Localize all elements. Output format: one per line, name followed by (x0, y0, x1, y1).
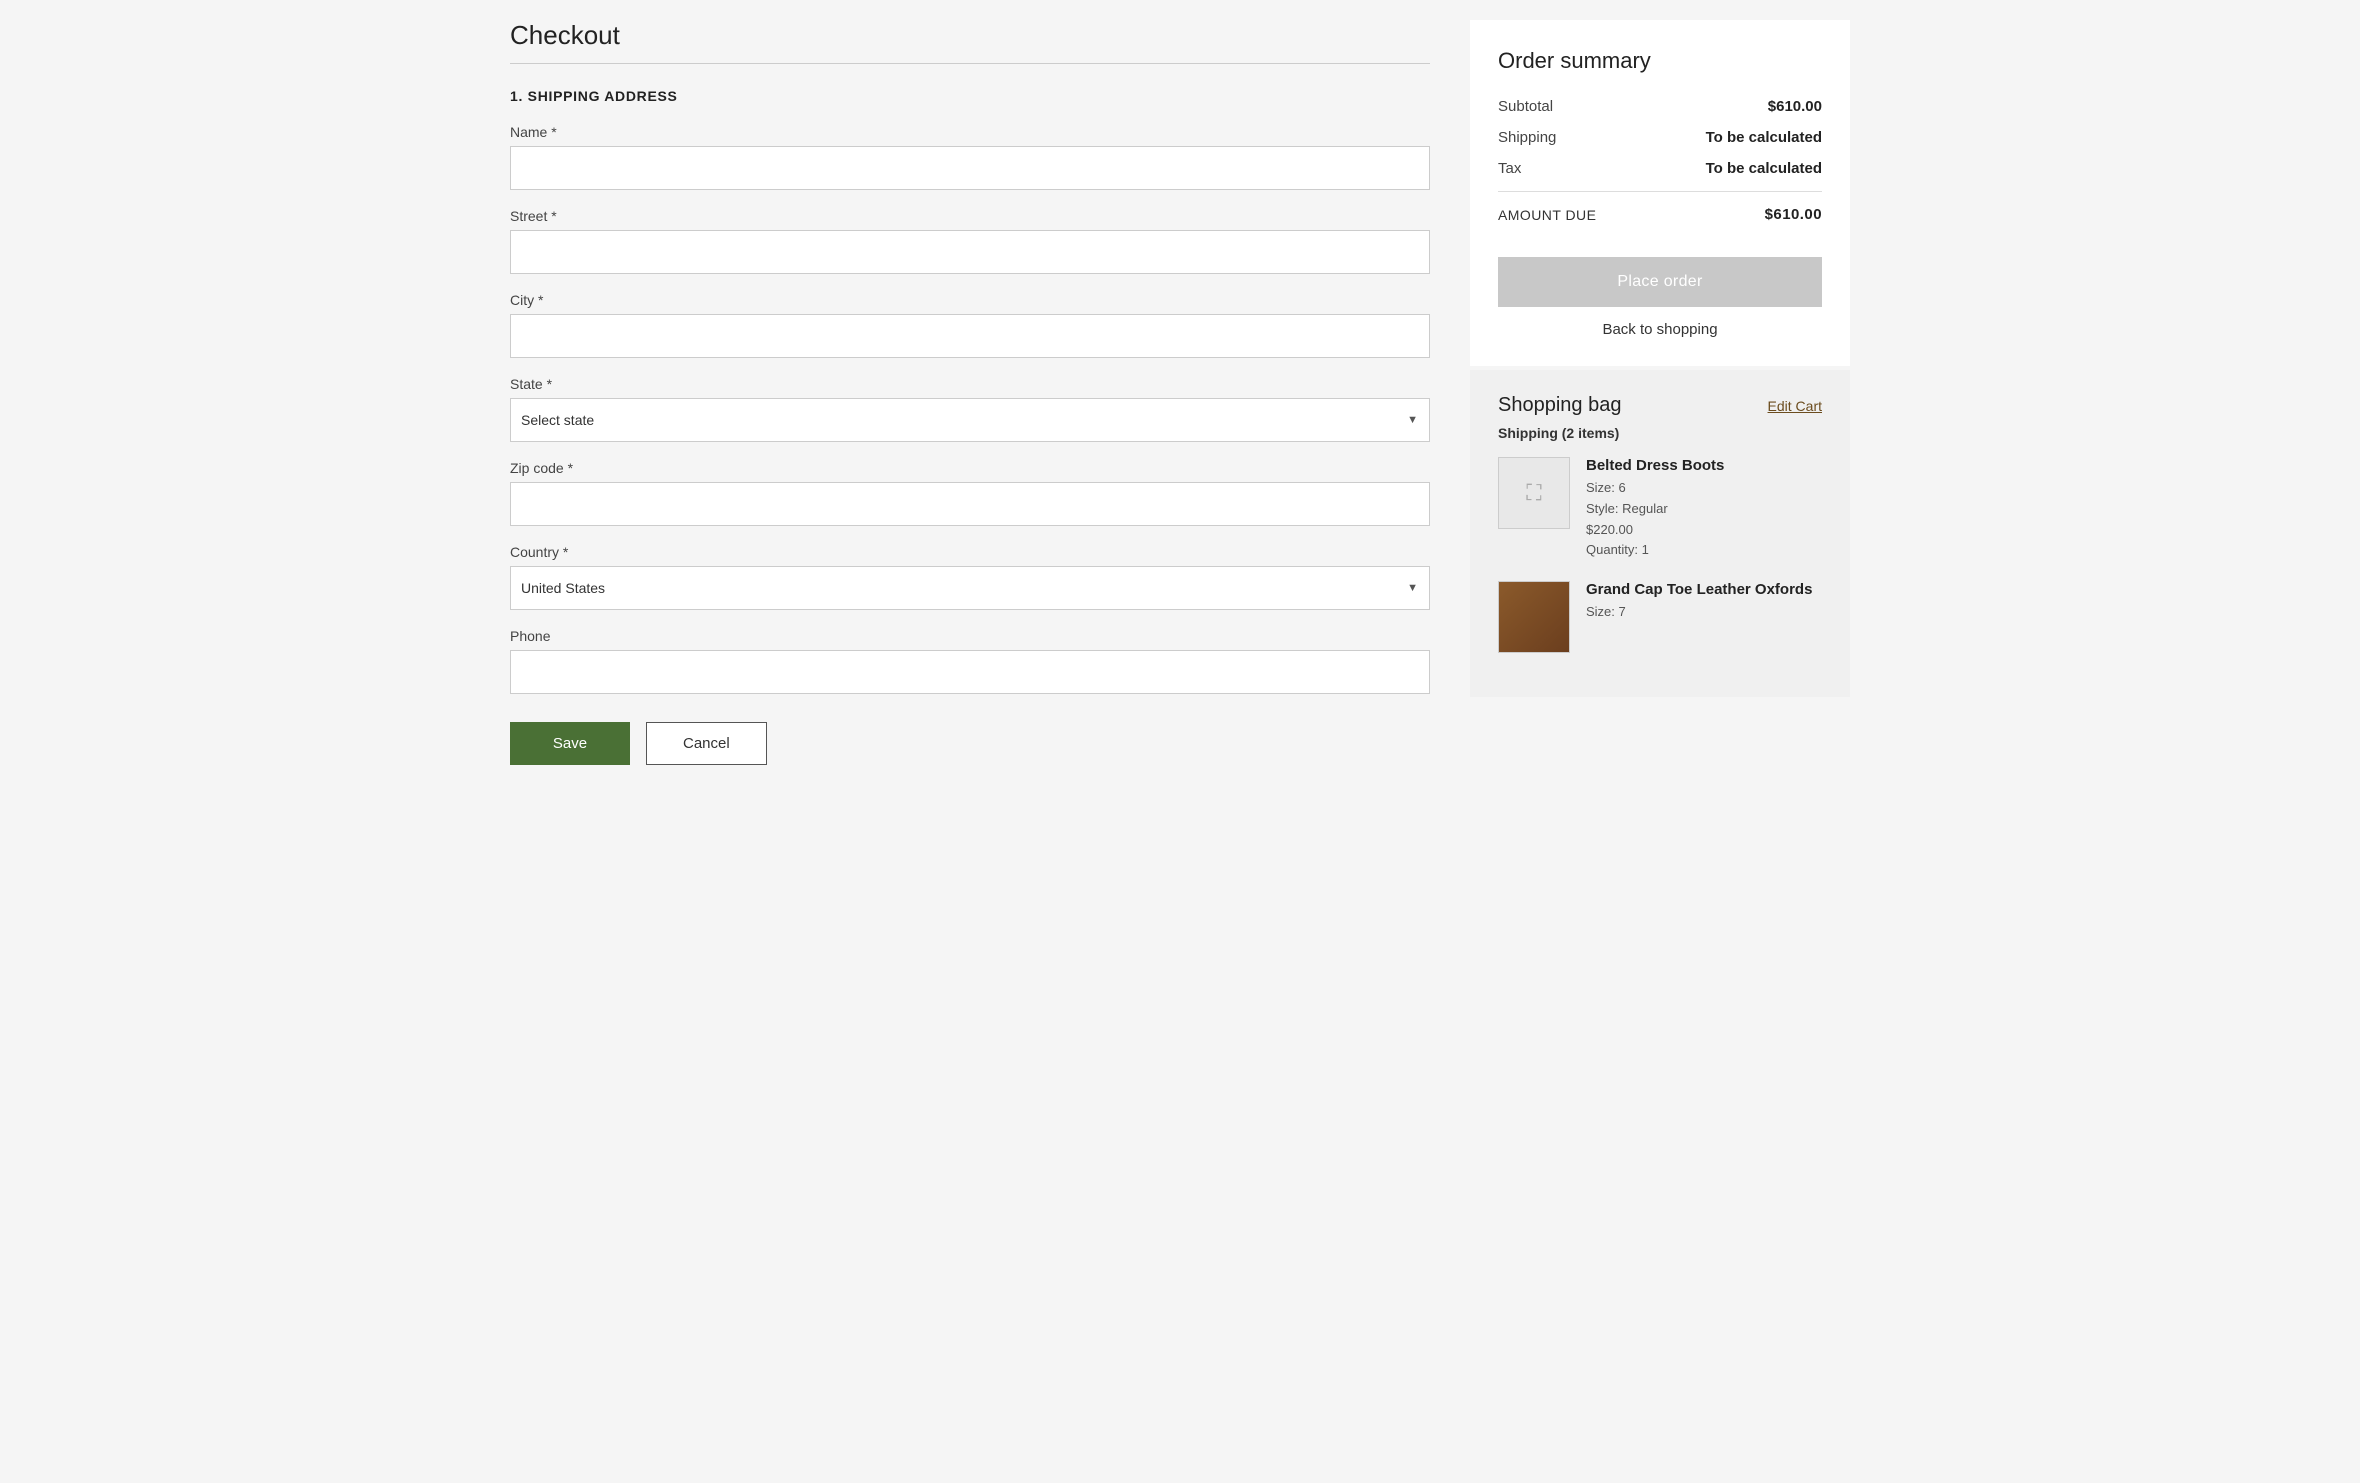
form-actions: Save Cancel (510, 722, 1430, 765)
city-label: City * (510, 292, 1430, 308)
subtotal-value: $610.00 (1768, 98, 1822, 115)
amount-due-label: AMOUNT DUE (1498, 207, 1596, 223)
cart-item-details: Belted Dress Boots Size: 6 Style: Regula… (1586, 457, 1822, 561)
amount-due-row: AMOUNT DUE $610.00 (1498, 206, 1822, 223)
shopping-bag-title: Shopping bag (1498, 394, 1621, 417)
street-input[interactable] (510, 230, 1430, 274)
street-group: Street * (510, 208, 1430, 274)
zipcode-group: Zip code * (510, 460, 1430, 526)
cancel-button[interactable]: Cancel (646, 722, 767, 765)
cart-item-quantity: Quantity: 1 (1586, 542, 1649, 557)
country-group: Country * United States Canada United Ki… (510, 544, 1430, 610)
section-title: 1. SHIPPING ADDRESS (510, 88, 1430, 104)
cart-item-style: Style: Regular (1586, 501, 1668, 516)
country-select[interactable]: United States Canada United Kingdom Aust… (510, 566, 1430, 610)
city-input[interactable] (510, 314, 1430, 358)
zipcode-label: Zip code * (510, 460, 1430, 476)
state-select[interactable]: Select state Alabama Alaska Arizona Cali… (510, 398, 1430, 442)
cart-item-2-meta: Size: 7 (1586, 602, 1822, 623)
name-input[interactable] (510, 146, 1430, 190)
cart-item-size: Size: 6 (1586, 480, 1626, 495)
subtotal-row: Subtotal $610.00 (1498, 98, 1822, 115)
place-order-button[interactable]: Place order (1498, 257, 1822, 307)
street-label: Street * (510, 208, 1430, 224)
order-summary-box: Order summary Subtotal $610.00 Shipping … (1470, 20, 1850, 366)
zipcode-input[interactable] (510, 482, 1430, 526)
phone-group: Phone (510, 628, 1430, 694)
cart-item-2-size: Size: 7 (1586, 604, 1626, 619)
cart-item-image-brown (1498, 581, 1570, 653)
shopping-bag-box: Shopping bag Edit Cart Shipping (2 items… (1470, 370, 1850, 697)
back-to-shopping-link[interactable]: Back to shopping (1498, 321, 1822, 338)
order-summary-title: Order summary (1498, 48, 1822, 74)
page-title: Checkout (510, 20, 1430, 51)
cart-item-price: $220.00 (1586, 522, 1633, 537)
name-label: Name * (510, 124, 1430, 140)
shopping-bag-header: Shopping bag Edit Cart (1498, 394, 1822, 417)
city-group: City * (510, 292, 1430, 358)
save-button[interactable]: Save (510, 722, 630, 765)
tax-row: Tax To be calculated (1498, 160, 1822, 177)
state-group: State * Select state Alabama Alaska Ariz… (510, 376, 1430, 442)
cart-item-meta: Size: 6 Style: Regular $220.00 Quantity:… (1586, 478, 1822, 561)
shipping-value: To be calculated (1706, 129, 1822, 146)
title-divider (510, 63, 1430, 64)
tax-label: Tax (1498, 160, 1521, 177)
summary-divider (1498, 191, 1822, 192)
phone-label: Phone (510, 628, 1430, 644)
amount-due-value: $610.00 (1765, 206, 1822, 223)
cart-item-2-name: Grand Cap Toe Leather Oxfords (1586, 581, 1822, 598)
country-label: Country * (510, 544, 1430, 560)
cart-item-2: Grand Cap Toe Leather Oxfords Size: 7 (1498, 581, 1822, 653)
state-select-wrapper: Select state Alabama Alaska Arizona Cali… (510, 398, 1430, 442)
edit-cart-link[interactable]: Edit Cart (1768, 398, 1822, 414)
shipping-items-label: Shipping (2 items) (1498, 425, 1822, 441)
cart-item-2-details: Grand Cap Toe Leather Oxfords Size: 7 (1586, 581, 1822, 653)
main-content: Checkout 1. SHIPPING ADDRESS Name * Stre… (510, 20, 1430, 1463)
shipping-row: Shipping To be calculated (1498, 129, 1822, 146)
sidebar: Order summary Subtotal $610.00 Shipping … (1470, 20, 1850, 1463)
shipping-label: Shipping (1498, 129, 1556, 146)
name-group: Name * (510, 124, 1430, 190)
phone-input[interactable] (510, 650, 1430, 694)
tax-value: To be calculated (1706, 160, 1822, 177)
cart-item: ⛶ Belted Dress Boots Size: 6 Style: Regu… (1498, 457, 1822, 561)
cart-item-image-placeholder: ⛶ (1498, 457, 1570, 529)
state-label: State * (510, 376, 1430, 392)
subtotal-label: Subtotal (1498, 98, 1553, 115)
image-placeholder-icon: ⛶ (1526, 480, 1541, 506)
country-select-wrapper: United States Canada United Kingdom Aust… (510, 566, 1430, 610)
cart-item-name: Belted Dress Boots (1586, 457, 1822, 474)
